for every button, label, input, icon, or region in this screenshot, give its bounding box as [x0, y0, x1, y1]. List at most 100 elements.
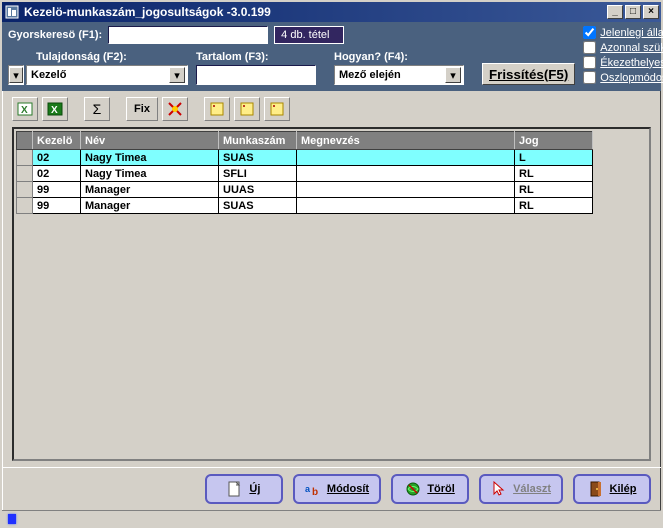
filter-panel: Gyorskeresö (F1): 4 db. tétel Tulajdonsá… [2, 22, 661, 91]
refresh-button-label: Frissítés(F5) [489, 67, 568, 82]
check-columns[interactable]: Oszlopmódosítás [583, 71, 663, 84]
check-accent[interactable]: Ékezethelyes [583, 56, 663, 69]
col-kezelo[interactable]: Kezelö [33, 132, 81, 150]
svg-text:a: a [305, 484, 311, 494]
chevron-down-icon: ▾ [9, 67, 23, 83]
cell-megnevezes[interactable] [297, 150, 515, 166]
refresh-button[interactable]: Frissítés(F5) [482, 63, 575, 85]
svg-text:X: X [51, 105, 58, 116]
content-label: Tartalom (F3): [196, 51, 326, 63]
fix-label: Fix [134, 103, 150, 115]
cell-kezelo[interactable]: 02 [33, 150, 81, 166]
note-icon [210, 102, 224, 116]
cell-nev[interactable]: Nagy Timea [81, 166, 219, 182]
status-bar [2, 510, 661, 526]
select-button[interactable]: Választ [479, 474, 563, 504]
check-current-state[interactable]: Jelenlegi állapot [583, 26, 663, 39]
cell-jog[interactable]: RL [515, 198, 593, 214]
tag-yellow2-button[interactable] [234, 97, 260, 121]
fix-button[interactable]: Fix [126, 97, 158, 121]
cell-megnevezes[interactable] [297, 198, 515, 214]
document-icon [227, 481, 243, 497]
pin-cross-icon [167, 101, 183, 117]
table-row[interactable]: 99 Manager UUAS RL [17, 182, 593, 198]
cell-kezelo[interactable]: 02 [33, 166, 81, 182]
cell-jog[interactable]: L [515, 150, 593, 166]
options-checks: Jelenlegi állapot Azonnal szükít Ékezeth… [583, 26, 663, 85]
row-handle[interactable] [17, 150, 33, 166]
delete-button[interactable]: Töröl [391, 474, 469, 504]
property-select[interactable]: Kezelő ▾ [26, 65, 188, 85]
cell-munkaszam[interactable]: UUAS [219, 182, 297, 198]
app-icon [4, 4, 20, 20]
how-select[interactable]: Mező elején ▾ [334, 65, 464, 85]
cell-jog[interactable]: RL [515, 166, 593, 182]
grid-header-row: Kezelö Név Munkaszám Megnevzés Jog [17, 132, 593, 150]
toolbar: X X Σ Fix [2, 91, 661, 125]
cell-megnevezes[interactable] [297, 166, 515, 182]
new-button-label: Új [249, 483, 260, 495]
window-controls: _ □ × [607, 5, 659, 19]
cell-munkaszam[interactable]: SUAS [219, 198, 297, 214]
col-megnevezes[interactable]: Megnevzés [297, 132, 515, 150]
data-grid[interactable]: Kezelö Név Munkaszám Megnevzés Jog 02 Na… [16, 131, 593, 214]
col-jog[interactable]: Jog [515, 132, 593, 150]
property-prev-button[interactable]: ▾ [8, 65, 24, 85]
cell-nev[interactable]: Manager [81, 198, 219, 214]
cell-munkaszam[interactable]: SUAS [219, 150, 297, 166]
col-nev[interactable]: Név [81, 132, 219, 150]
cell-kezelo[interactable]: 99 [33, 198, 81, 214]
tag-yellow1-button[interactable] [204, 97, 230, 121]
new-button[interactable]: Új [205, 474, 283, 504]
note-icon [240, 102, 254, 116]
check-narrow-now-box[interactable] [583, 41, 596, 54]
check-current-state-box[interactable] [583, 26, 596, 39]
row-handle[interactable] [17, 166, 33, 182]
quicksearch-input[interactable] [108, 26, 268, 44]
cell-munkaszam[interactable]: SFLI [219, 166, 297, 182]
minimize-button[interactable]: _ [607, 5, 623, 19]
sum-button[interactable]: Σ [84, 97, 110, 121]
table-row[interactable]: 02 Nagy Timea SUAS L [17, 150, 593, 166]
how-select-value: Mező elején [339, 69, 401, 81]
export-excel2-button[interactable]: X [42, 97, 68, 121]
cell-megnevezes[interactable] [297, 182, 515, 198]
table-row[interactable]: 99 Manager SUAS RL [17, 198, 593, 214]
tag-yellow3-button[interactable] [264, 97, 290, 121]
edit-ab-icon: ab [305, 481, 321, 497]
check-accent-box[interactable] [583, 56, 596, 69]
door-exit-icon [588, 481, 604, 497]
cell-nev[interactable]: Nagy Timea [81, 150, 219, 166]
modify-button[interactable]: ab Módosít [293, 474, 381, 504]
modify-button-label: Módosít [327, 483, 369, 495]
excel-icon: X [47, 101, 63, 117]
close-button[interactable]: × [643, 5, 659, 19]
cell-nev[interactable]: Manager [81, 182, 219, 198]
cell-jog[interactable]: RL [515, 182, 593, 198]
chevron-down-icon: ▾ [169, 67, 185, 83]
globe-delete-icon [405, 481, 421, 497]
row-handle[interactable] [17, 198, 33, 214]
content-input[interactable] [196, 65, 316, 85]
row-handle[interactable] [17, 182, 33, 198]
status-indicator [8, 514, 16, 524]
chevron-down-icon: ▾ [445, 67, 461, 83]
sigma-icon: Σ [93, 101, 102, 117]
cell-kezelo[interactable]: 99 [33, 182, 81, 198]
unfix-button[interactable] [162, 97, 188, 121]
col-munkaszam[interactable]: Munkaszám [219, 132, 297, 150]
table-row[interactable]: 02 Nagy Timea SFLI RL [17, 166, 593, 182]
check-narrow-now[interactable]: Azonnal szükít [583, 41, 663, 54]
maximize-button[interactable]: □ [625, 5, 641, 19]
data-grid-container: Kezelö Név Munkaszám Megnevzés Jog 02 Na… [12, 127, 651, 461]
delete-button-label: Töröl [427, 483, 455, 495]
title-bar: Kezelö-munkaszám_jogosultságok -3.0.199 … [2, 2, 661, 22]
excel-icon: X [17, 101, 33, 117]
svg-text:b: b [312, 487, 318, 497]
property-select-value: Kezelő [31, 69, 66, 81]
export-excel-button[interactable]: X [12, 97, 38, 121]
how-label: Hogyan? (F4): [334, 51, 474, 63]
property-label: Tulajdonság (F2): [8, 51, 188, 63]
check-columns-box[interactable] [583, 71, 596, 84]
exit-button[interactable]: Kilép [573, 474, 651, 504]
